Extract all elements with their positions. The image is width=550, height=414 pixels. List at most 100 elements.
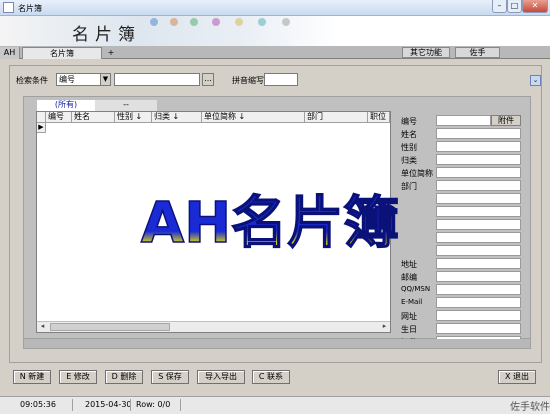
- tab-bar: AH 名片簿 + 其它功能 佐手: [0, 46, 550, 59]
- save-button[interactable]: S 保存: [151, 370, 189, 384]
- chevron-down-icon[interactable]: ⌄: [530, 75, 541, 86]
- detail-row: 归类: [396, 154, 529, 167]
- field-label: 地址: [401, 260, 417, 269]
- tab-other[interactable]: --: [95, 100, 157, 111]
- app-icon: [3, 2, 14, 13]
- category-field[interactable]: [436, 154, 521, 165]
- pinyin-input[interactable]: [264, 73, 298, 86]
- search-condition-label: 检索条件: [16, 76, 48, 85]
- detail-row: [396, 232, 529, 245]
- detail-field[interactable]: [436, 193, 521, 204]
- exit-button[interactable]: X 退出: [498, 370, 536, 384]
- column-header[interactable]: 归类 ↓: [152, 112, 202, 123]
- scroll-thumb[interactable]: [50, 323, 170, 331]
- address-field[interactable]: [436, 258, 521, 269]
- search-field-value: 编号: [59, 75, 75, 84]
- chevron-down-icon: ▼: [100, 74, 110, 85]
- detail-row: 姓名: [396, 128, 529, 141]
- field-label: 邮编: [401, 273, 417, 282]
- detail-row: [396, 193, 529, 206]
- delete-button[interactable]: D 删除: [105, 370, 143, 384]
- tab-all[interactable]: (所有): [37, 100, 95, 111]
- status-bar: 09:05:36 2015-04-30 Row: 0/0 佐手软件: [0, 396, 550, 414]
- new-button[interactable]: N 新建: [13, 370, 51, 384]
- department-field[interactable]: [436, 180, 521, 191]
- search-browse-button[interactable]: ...: [202, 73, 214, 86]
- detail-row: 邮编: [396, 271, 529, 284]
- column-header[interactable]: 单位简称 ↓: [202, 112, 305, 123]
- column-header[interactable]: 职位: [368, 112, 390, 123]
- search-bar: 检索条件 编号 ▼ ... 拼音缩写: [10, 72, 541, 88]
- records-grid[interactable]: 编号 姓名 性别 ↓ 归类 ↓ 单位简称 ↓ 部门 职位 ▶ ◂ ▸: [36, 111, 391, 333]
- page-title: 名片簿: [72, 25, 141, 45]
- detail-field[interactable]: [436, 219, 521, 230]
- status-divider: [130, 399, 131, 411]
- tab-ah[interactable]: AH: [0, 47, 20, 59]
- decorative-banner: [0, 16, 340, 46]
- gender-field[interactable]: [436, 141, 521, 152]
- other-functions-button[interactable]: 其它功能: [402, 47, 450, 58]
- list-tabs: (所有) --: [37, 100, 527, 111]
- pinyin-label: 拼音缩写: [232, 76, 264, 85]
- search-field-select[interactable]: 编号 ▼: [56, 73, 111, 86]
- detail-row: [396, 245, 529, 258]
- column-header[interactable]: 部门: [305, 112, 368, 123]
- tab-card-book[interactable]: 名片簿: [22, 47, 102, 59]
- edit-button[interactable]: E 修改: [59, 370, 97, 384]
- import-export-button[interactable]: 导入导出: [197, 370, 245, 384]
- action-bar: N 新建 E 修改 D 删除 S 保存 导入导出 C 联系 X 退出: [0, 368, 550, 386]
- decoration-icon: [258, 18, 266, 26]
- detail-row: 生日: [396, 323, 529, 336]
- brand-label: 佐手软件: [510, 402, 550, 413]
- birthday-field[interactable]: [436, 323, 521, 334]
- scroll-left-icon[interactable]: ◂: [37, 322, 48, 332]
- email-field[interactable]: [436, 297, 521, 308]
- detail-row: 性别: [396, 141, 529, 154]
- website-field[interactable]: [436, 310, 521, 321]
- zuoshou-button[interactable]: 佐手: [455, 47, 500, 58]
- decoration-icon: [190, 18, 198, 26]
- detail-row: 部门: [396, 180, 529, 193]
- company-field[interactable]: [436, 167, 521, 178]
- panel-footer: [23, 339, 531, 349]
- grid-header: 编号 姓名 性别 ↓ 归类 ↓ 单位简称 ↓ 部门 职位: [37, 112, 390, 123]
- status-divider: [72, 399, 73, 411]
- detail-row: 单位简称: [396, 167, 529, 180]
- decoration-icon: [170, 18, 178, 26]
- window-title: 名片簿: [18, 4, 42, 13]
- field-label: 网址: [401, 312, 417, 321]
- column-header[interactable]: 编号: [46, 112, 72, 123]
- field-label: 性别: [401, 143, 417, 152]
- decoration-icon: [282, 18, 290, 26]
- column-header[interactable]: 姓名: [72, 112, 115, 123]
- add-tab-button[interactable]: +: [106, 47, 116, 59]
- contact-button[interactable]: C 联系: [252, 370, 290, 384]
- maximize-button[interactable]: □: [507, 0, 522, 13]
- detail-row: [396, 219, 529, 232]
- name-field[interactable]: [436, 128, 521, 139]
- app-header: 名片簿: [0, 16, 550, 46]
- close-button[interactable]: ✕: [522, 0, 548, 13]
- detail-field[interactable]: [436, 206, 521, 217]
- column-header[interactable]: 性别 ↓: [115, 112, 152, 123]
- horizontal-scrollbar[interactable]: ◂ ▸: [37, 321, 390, 332]
- field-label: E-Mail: [401, 298, 423, 306]
- field-label: QQ/MSN: [401, 285, 431, 293]
- id-field[interactable]: [436, 115, 491, 126]
- field-label: 部门: [401, 182, 417, 191]
- detail-row: [396, 206, 529, 219]
- detail-field[interactable]: [436, 232, 521, 243]
- detail-row: E-Mail: [396, 297, 529, 310]
- status-date: 2015-04-30: [85, 400, 132, 409]
- row-header-corner: [37, 112, 46, 123]
- title-bar: 名片簿 – □ ✕: [0, 0, 550, 16]
- minimize-button[interactable]: –: [492, 0, 507, 13]
- scroll-right-icon[interactable]: ▸: [379, 322, 390, 332]
- decoration-icon: [150, 18, 158, 26]
- detail-field[interactable]: [436, 245, 521, 256]
- attach-button[interactable]: 附件: [491, 115, 521, 126]
- qq-field[interactable]: [436, 284, 521, 295]
- search-input[interactable]: [114, 73, 200, 86]
- detail-row: 地址: [396, 258, 529, 271]
- postcode-field[interactable]: [436, 271, 521, 282]
